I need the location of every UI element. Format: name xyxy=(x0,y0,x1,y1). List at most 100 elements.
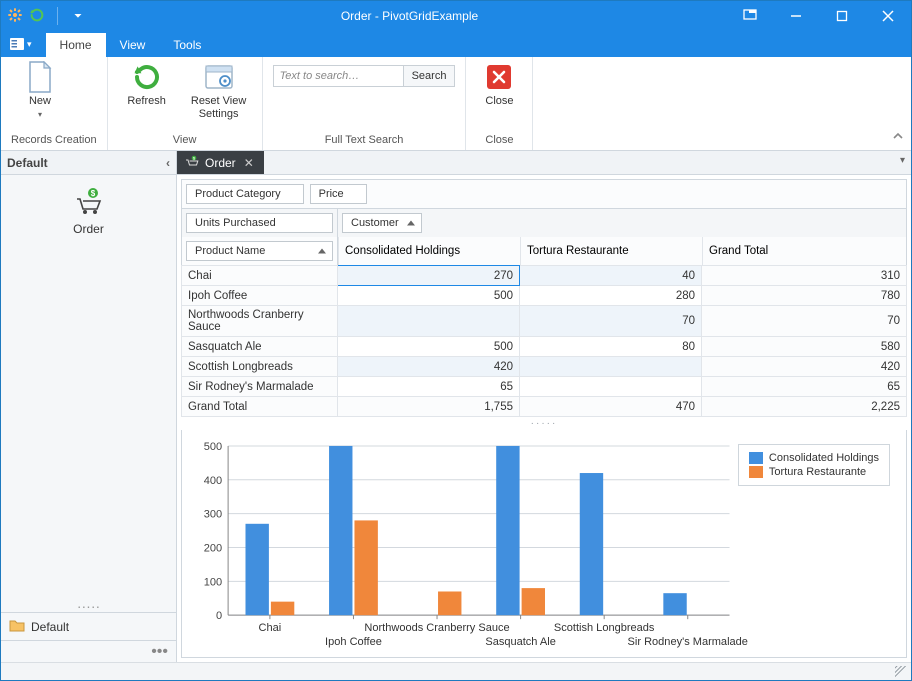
window-title: Order - PivotGridExample xyxy=(92,9,727,23)
pivot-cell[interactable]: 780 xyxy=(702,286,907,306)
new-button[interactable]: New ▾ xyxy=(11,61,69,119)
svg-text:400: 400 xyxy=(204,475,222,487)
svg-text:300: 300 xyxy=(204,509,222,521)
pivot-cell[interactable] xyxy=(520,357,702,377)
document-tab-order[interactable]: $ Order ✕ xyxy=(177,151,264,174)
reset-view-settings-label: Reset View Settings xyxy=(191,95,246,120)
pivot-row-header[interactable]: Chai xyxy=(182,266,338,286)
pivot-filter-field[interactable]: Price xyxy=(310,184,367,204)
collapse-nav-button[interactable]: ‹ xyxy=(166,156,170,170)
legend-item: Tortura Restaurante xyxy=(749,465,879,479)
close-button-label: Close xyxy=(485,95,513,108)
pivot-filter-field[interactable]: Product Category xyxy=(186,184,304,204)
pivot-row-header[interactable]: Sasquatch Ale xyxy=(182,337,338,357)
pivot-column-header[interactable]: Tortura Restaurante xyxy=(521,237,703,265)
nav-footer-item-default[interactable]: Default xyxy=(1,612,176,640)
status-bar xyxy=(1,662,911,680)
pivot-cell[interactable]: 270 xyxy=(338,266,520,286)
qat-refresh-icon[interactable] xyxy=(29,7,45,26)
pivot-row-header[interactable]: Northwoods Cranberry Sauce xyxy=(182,306,338,337)
pivot-data-field[interactable]: Units Purchased xyxy=(186,213,333,233)
collapse-ribbon-button[interactable] xyxy=(891,129,905,146)
app-view-select[interactable]: ▾ xyxy=(1,31,38,57)
close-icon xyxy=(487,65,511,89)
reset-view-settings-button[interactable]: Reset View Settings xyxy=(186,61,252,120)
search-button[interactable]: Search xyxy=(403,65,456,87)
pivot-grand-total-cell: 470 xyxy=(520,397,702,417)
svg-text:Sir Rodney's Marmalade: Sir Rodney's Marmalade xyxy=(628,636,748,648)
svg-text:$: $ xyxy=(90,189,95,198)
refresh-button-label: Refresh xyxy=(127,95,166,108)
svg-text:Chai: Chai xyxy=(259,622,282,634)
app-gear-icon[interactable] xyxy=(7,7,23,26)
chart-legend: Consolidated HoldingsTortura Restaurante xyxy=(738,444,890,486)
nav-item-label: Order xyxy=(73,222,104,236)
svg-text:Northwoods Cranberry Sauce: Northwoods Cranberry Sauce xyxy=(364,622,509,634)
pivot-row-field[interactable]: Product Name xyxy=(186,241,333,261)
pivot-cell[interactable]: 500 xyxy=(338,337,520,357)
chevron-down-icon: ▾ xyxy=(38,110,42,119)
nav-overflow-button[interactable]: ••• xyxy=(1,640,176,662)
pivot-row-header[interactable]: Sir Rodney's Marmalade xyxy=(182,377,338,397)
pivot-row-header[interactable]: Ipoh Coffee xyxy=(182,286,338,306)
folder-icon xyxy=(9,618,25,635)
ribbon-body: New ▾ Records Creation Refresh Reset Vie… xyxy=(1,57,911,151)
pivot-row-header[interactable]: Scottish Longbreads xyxy=(182,357,338,377)
pivot-column-header[interactable]: Consolidated Holdings xyxy=(339,237,521,265)
pivot-cell[interactable] xyxy=(338,306,520,337)
pivot-cell[interactable]: 65 xyxy=(702,377,907,397)
svg-text:Ipoh Coffee: Ipoh Coffee xyxy=(325,636,382,648)
pivot-grand-total-cell: 2,225 xyxy=(702,397,907,417)
pivot-grand-total-cell: 1,755 xyxy=(338,397,520,417)
title-bar: ⏷ Order - PivotGridExample xyxy=(1,1,911,31)
horizontal-splitter[interactable]: ····· xyxy=(181,417,907,430)
svg-text:200: 200 xyxy=(204,543,222,555)
pivot-filter-area[interactable]: Product Category Price xyxy=(181,179,907,209)
svg-text:500: 500 xyxy=(204,441,222,453)
pivot-cell[interactable]: 70 xyxy=(702,306,907,337)
chart-panel: 0 100 200 300 400 500 Chai Ipoh Coffee Northwood… xyxy=(181,430,907,658)
close-tab-icon[interactable]: ✕ xyxy=(242,156,256,170)
svg-text:100: 100 xyxy=(204,576,222,588)
cart-icon: $ xyxy=(73,187,105,218)
tab-dropdown-button[interactable]: ▾ xyxy=(900,155,905,166)
svg-text:0: 0 xyxy=(216,610,222,622)
pivot-cell[interactable]: 70 xyxy=(520,306,702,337)
minimize-button[interactable] xyxy=(773,1,819,31)
pivot-cell[interactable]: 420 xyxy=(702,357,907,377)
refresh-button[interactable]: Refresh xyxy=(118,61,176,108)
nav-header-label: Default xyxy=(7,156,48,170)
pivot-cell[interactable]: 280 xyxy=(520,286,702,306)
pivot-cell[interactable]: 80 xyxy=(520,337,702,357)
pivot-cell[interactable] xyxy=(520,377,702,397)
ribbon-tab-home[interactable]: Home xyxy=(46,33,106,57)
ribbon-group-caption: Full Text Search xyxy=(273,132,456,148)
resize-grip[interactable] xyxy=(895,666,907,678)
pivot-cell[interactable]: 310 xyxy=(702,266,907,286)
pivot-grid[interactable]: Chai27040310Ipoh Coffee500280780Northwoo… xyxy=(181,265,907,417)
pivot-column-header[interactable]: Grand Total xyxy=(703,237,907,265)
ribbon-tab-view[interactable]: View xyxy=(106,33,160,57)
pivot-cell[interactable]: 500 xyxy=(338,286,520,306)
search-input[interactable] xyxy=(273,65,403,87)
pivot-cell[interactable]: 40 xyxy=(520,266,702,286)
svg-text:Scottish Longbreads: Scottish Longbreads xyxy=(554,622,655,634)
ribbon-tab-tools[interactable]: Tools xyxy=(159,33,215,57)
pivot-cell[interactable]: 65 xyxy=(338,377,520,397)
maximize-button[interactable] xyxy=(819,1,865,31)
close-tab-button[interactable]: Close xyxy=(476,61,522,108)
pivot-column-field[interactable]: Customer xyxy=(342,213,422,233)
close-window-button[interactable] xyxy=(865,1,911,31)
ribbon-tab-strip: ▾ HomeViewTools xyxy=(1,31,911,57)
pivot-cell[interactable]: 420 xyxy=(338,357,520,377)
nav-splitter-dots[interactable]: ····· xyxy=(1,598,176,612)
qat-customize-dropdown[interactable]: ⏷ xyxy=(70,11,86,22)
ribbon-display-options-icon[interactable] xyxy=(727,9,773,24)
nav-item-order[interactable]: $ Order xyxy=(73,187,105,598)
ribbon-group-caption: Close xyxy=(476,132,522,148)
pivot-cell[interactable]: 580 xyxy=(702,337,907,357)
document-tabs: $ Order ✕ ▾ xyxy=(177,151,911,175)
tab-cart-icon: $ xyxy=(185,155,199,170)
navigation-panel: Default ‹ $ Order ····· Default ••• xyxy=(1,151,177,662)
ribbon-group-caption: View xyxy=(118,132,252,148)
